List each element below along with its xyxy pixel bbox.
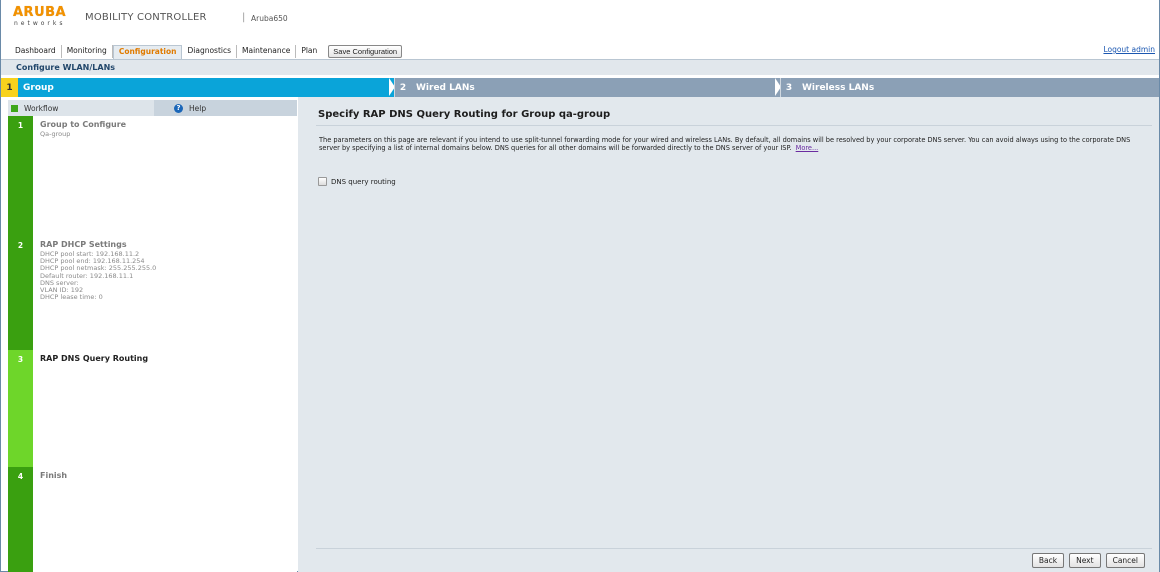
title-separator: | [242,12,246,23]
nav-tab-maintenance[interactable]: Maintenance [237,45,297,58]
workflow-step-title: RAP DNS Query Routing [40,354,149,363]
tab-workflow-label: Workflow [24,103,59,113]
workflow-step-rap-dhcp-settings[interactable]: 2 RAP DHCP Settings DHCP pool start: 192… [8,236,297,350]
app-window: ARUBA networks MOBILITY CONTROLLER | Aru… [0,0,1160,572]
workflow-step-finish[interactable]: 4 Finish [8,467,297,572]
workflow-step-detail: DHCP pool start: 192.168.11.2 DHCP pool … [40,250,156,302]
section-divider [316,125,1152,126]
dns-query-routing-label[interactable]: DNS query routing [331,178,396,186]
nav-tab-dashboard[interactable]: Dashboard [13,45,62,58]
workflow-step-group-to-configure[interactable]: 1 Group to Configure Qa-group [8,116,297,236]
device-name: Aruba650 [251,14,288,23]
workflow-step-number: 3 [17,355,24,364]
workflow-icon [11,104,18,112]
section-title: Specify RAP DNS Query Routing for Group … [318,109,611,120]
description-body: The parameters on this page are relevant… [319,136,1131,152]
step-label: Wired LANs [416,82,475,93]
main-content: Specify RAP DNS Query Routing for Group … [298,97,1159,572]
wizard-step-wireless-lans[interactable]: 3 Wireless LANs [780,78,1159,97]
logo-sub-text: networks [14,20,66,27]
product-title: MOBILITY CONTROLLER [85,12,207,23]
nav-tab-monitoring[interactable]: Monitoring [62,45,113,58]
header: ARUBA networks MOBILITY CONTROLLER | Aru… [1,0,1159,59]
save-configuration-button[interactable]: Save Configuration [328,45,403,58]
wizard-step-bar: 1 Group 2 Wired LANs 3 Wireless LANs [1,78,1159,97]
detail-dhcp-lease-time: DHCP lease time: 0 [40,293,103,302]
workflow-step-title: Finish [40,471,68,480]
description-text: The parameters on this page are relevant… [319,136,1149,152]
dns-query-routing-row: DNS query routing [318,177,396,186]
step-number: 1 [1,78,18,97]
page-title: Configure WLAN/LANs [16,63,116,72]
step-number: 3 [780,78,797,97]
nav-tab-configuration[interactable]: Configuration [112,45,183,59]
tab-help-label: Help [189,103,207,113]
workflow-step-detail: Qa-group [40,130,71,138]
workflow-step-title: Group to Configure [40,120,127,129]
workflow-step-marker: 4 [8,467,33,572]
workflow-step-title: RAP DHCP Settings [40,240,127,249]
sidebar-tabs: Workflow ? Help [8,100,297,116]
workflow-step-marker: 1 [8,116,33,236]
nav-tab-diagnostics[interactable]: Diagnostics [182,45,238,58]
logout-link[interactable]: Logout admin [1103,45,1155,54]
workflow-step-marker: 2 [8,236,33,350]
cancel-button[interactable]: Cancel [1105,553,1145,568]
workflow-step-number: 4 [17,472,24,481]
next-button[interactable]: Next [1069,553,1101,568]
wizard-step-wired-lans[interactable]: 2 Wired LANs [394,78,781,97]
workflow-step-rap-dns-query-routing[interactable]: 3 RAP DNS Query Routing [8,350,297,467]
page-title-bar: Configure WLAN/LANs [1,59,1159,75]
help-icon: ? [174,103,183,113]
back-button[interactable]: Back [1031,553,1065,568]
nav-tab-plan[interactable]: Plan [296,45,322,58]
workflow-step-number: 1 [17,121,24,130]
tab-help[interactable]: ? Help [154,100,297,116]
workflow-step-number: 2 [17,241,24,250]
step-label: Group [23,82,54,93]
more-link[interactable]: More... [796,144,819,152]
workflow-sidebar: Workflow ? Help 1 Group to Configure Qa-… [8,100,297,572]
tab-workflow[interactable]: Workflow [8,100,154,116]
wizard-step-group[interactable]: 1 Group [1,78,395,97]
step-label: Wireless LANs [802,82,875,93]
main-nav: Dashboard Monitoring Configuration Diagn… [13,44,403,59]
logo-brand-text: ARUBA [13,5,67,20]
step-number: 2 [394,78,411,97]
dns-query-routing-checkbox[interactable] [318,177,327,186]
aruba-logo: ARUBA networks [13,6,73,28]
wizard-footer-buttons: Back Next Cancel [1031,553,1145,568]
workflow-step-marker: 3 [8,350,33,467]
footer-divider [316,548,1152,549]
